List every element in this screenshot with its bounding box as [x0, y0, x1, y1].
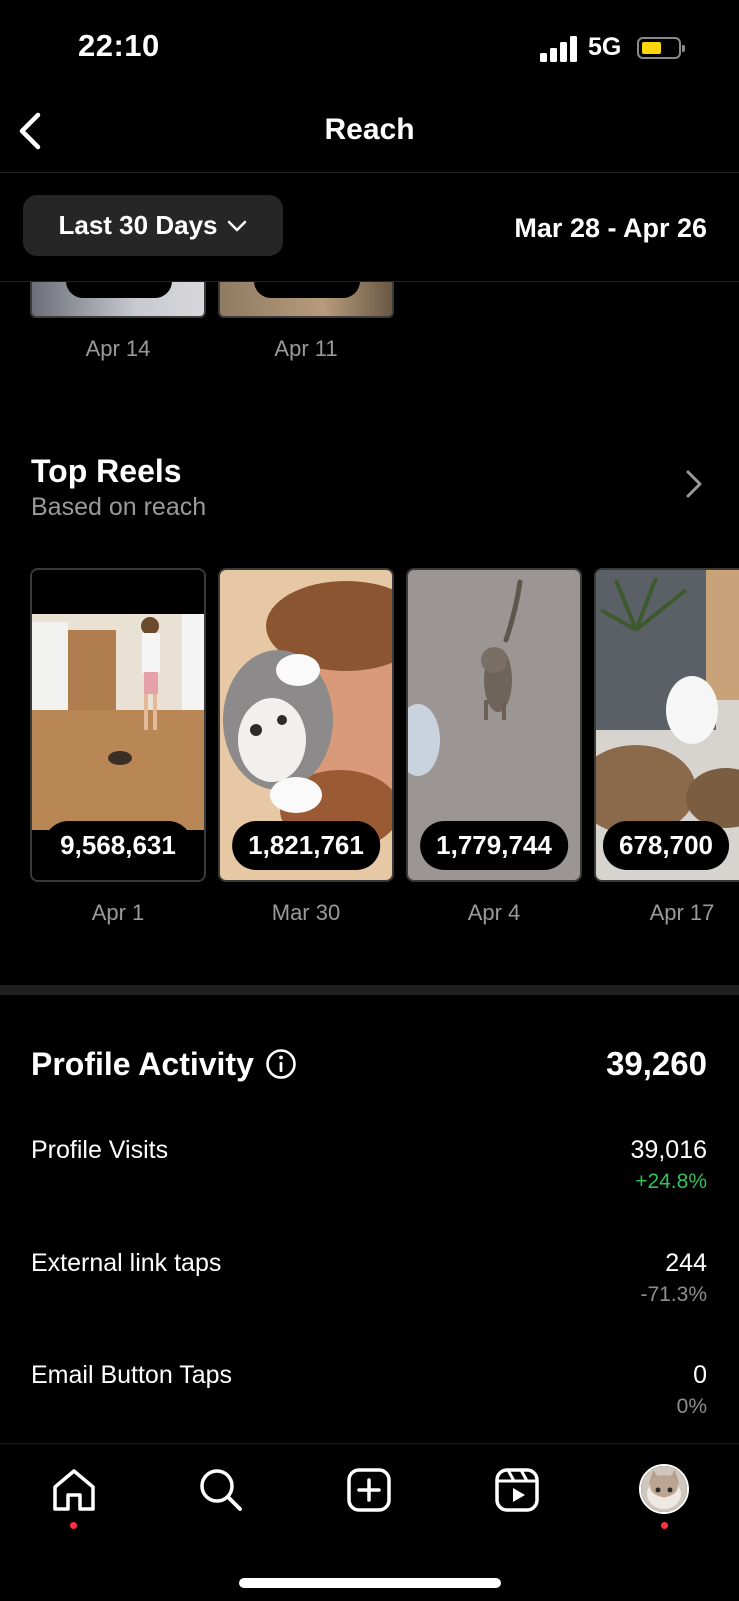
- metric-label: Email Button Taps: [31, 1361, 233, 1389]
- reel-date: Apr 4: [467, 900, 521, 925]
- reel-thumbnail[interactable]: 678,700: [594, 568, 739, 882]
- reel-date: Mar 30: [271, 900, 341, 925]
- reel-date: Apr 1: [91, 900, 145, 925]
- metric-label: Profile Visits: [31, 1136, 169, 1164]
- top-post-thumbnail[interactable]: [218, 282, 394, 318]
- date-range-text: Mar 28 - Apr 26: [514, 213, 707, 243]
- top-post-date: Apr 11: [274, 336, 338, 361]
- profile-activity-title: Profile Activity: [31, 1046, 254, 1082]
- home-notification-dot: [70, 1522, 77, 1529]
- top-post-thumbnail[interactable]: [30, 282, 206, 318]
- reel-reach-count: 9,568,631: [44, 821, 192, 870]
- date-range-dropdown-label: Last 30 Days: [58, 210, 218, 240]
- top-post-date: Apr 14: [85, 336, 151, 361]
- reel-thumbnail[interactable]: 1,779,744: [406, 568, 582, 882]
- cat-avatar-image: [641, 1466, 687, 1512]
- page-title: Reach: [324, 113, 415, 146]
- chevron-right-icon[interactable]: [683, 468, 705, 500]
- battery-icon: [637, 37, 685, 59]
- reel-reach-count: 1,779,744: [420, 821, 568, 870]
- top-reels-subtitle: Based on reach: [31, 493, 207, 521]
- profile-activity-total: 39,260: [606, 1045, 707, 1082]
- network-type: 5G: [588, 33, 622, 61]
- reel-date: Apr 17: [649, 900, 715, 925]
- metric-value: 244: [665, 1249, 707, 1277]
- header-divider: [0, 172, 739, 173]
- search-icon[interactable]: [196, 1465, 246, 1515]
- signal-icon: [540, 36, 577, 62]
- metric-delta: +24.8%: [635, 1170, 707, 1193]
- metric-value: 0: [693, 1361, 707, 1389]
- info-icon[interactable]: [265, 1048, 297, 1080]
- status-time: 22:10: [78, 28, 160, 63]
- home-icon[interactable]: [49, 1465, 99, 1515]
- section-divider: [0, 985, 739, 995]
- metric-delta: -71.3%: [640, 1283, 707, 1306]
- reel-thumbnail[interactable]: 9,568,631: [30, 568, 206, 882]
- metric-value: 39,016: [630, 1136, 707, 1164]
- profile-avatar[interactable]: [639, 1464, 689, 1514]
- chevron-down-icon: [228, 220, 247, 231]
- top-reels-title: Top Reels: [31, 453, 182, 489]
- reel-reach-count: 678,700: [603, 821, 729, 870]
- reel-reach-count: 1,821,761: [232, 821, 380, 870]
- profile-notification-dot: [661, 1522, 668, 1529]
- reel-thumbnail[interactable]: 1,821,761: [218, 568, 394, 882]
- reels-icon[interactable]: [492, 1465, 542, 1515]
- metric-delta: 0%: [676, 1395, 707, 1418]
- date-range-dropdown[interactable]: Last 30 Days: [23, 195, 283, 256]
- home-indicator: [239, 1578, 501, 1588]
- create-icon[interactable]: [344, 1465, 394, 1515]
- metric-label: External link taps: [31, 1249, 222, 1277]
